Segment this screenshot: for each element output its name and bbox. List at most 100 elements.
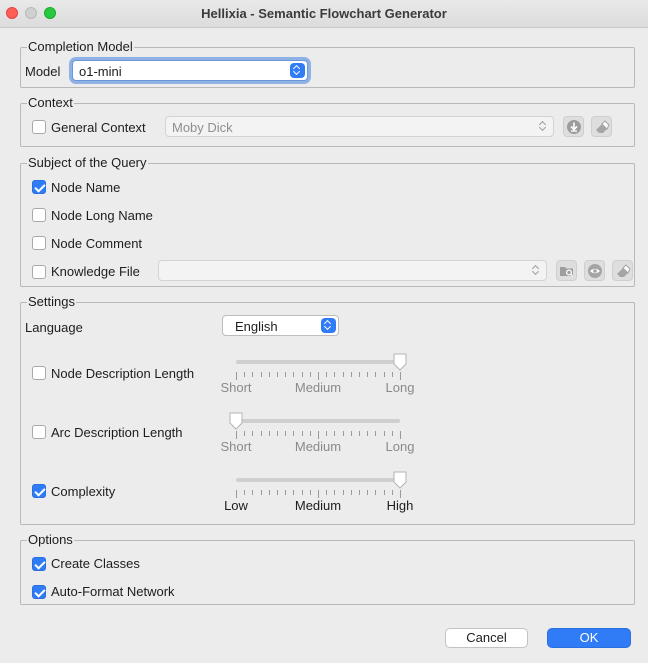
knowledge-file-select[interactable] xyxy=(158,260,547,281)
chevron-up-down-icon xyxy=(536,119,551,134)
node-comment-label: Node Comment xyxy=(51,236,143,251)
context-download-button[interactable] xyxy=(563,116,584,137)
slider-track[interactable] xyxy=(236,360,400,364)
general-context-value: Moby Dick xyxy=(172,120,233,135)
slider-ticks xyxy=(236,490,401,498)
browse-file-button[interactable] xyxy=(556,260,577,281)
slider-tick xyxy=(391,431,393,436)
options-legend: Options xyxy=(27,532,74,547)
language-select[interactable]: English xyxy=(222,315,339,336)
slider-tick-label: Long xyxy=(385,439,415,454)
slider-tick xyxy=(318,490,319,498)
node-long-name-checkbox[interactable] xyxy=(32,208,46,222)
slider-ticks xyxy=(236,372,401,380)
slider-tick xyxy=(359,372,360,377)
settings-group: Settings Language English Node Descripti… xyxy=(20,294,635,525)
context-legend: Context xyxy=(27,95,74,110)
general-context-checkbox[interactable] xyxy=(32,120,46,134)
node-description-length-checkbox[interactable] xyxy=(32,366,46,380)
slider-tick xyxy=(375,372,377,377)
node-comment-checkbox[interactable] xyxy=(32,236,46,250)
slider-tick xyxy=(244,431,246,436)
slider-tick xyxy=(252,372,254,377)
slider-tick xyxy=(334,490,336,495)
download-icon xyxy=(567,120,581,134)
model-select[interactable]: o1-mini xyxy=(72,60,308,81)
arc-description-length-row: Arc Description Length Short Medium Long xyxy=(21,412,634,458)
slider-tick xyxy=(268,372,270,377)
slider-tick-label: High xyxy=(386,498,414,513)
chevron-up-down-icon xyxy=(321,318,336,333)
cancel-button[interactable]: Cancel xyxy=(445,628,528,648)
eye-icon xyxy=(588,264,602,278)
node-name-checkbox[interactable] xyxy=(32,180,46,194)
auto-format-network-checkbox[interactable] xyxy=(32,585,46,599)
complexity-checkbox[interactable] xyxy=(32,484,46,498)
slider-tick xyxy=(375,490,377,495)
settings-legend: Settings xyxy=(27,294,76,309)
slider-tick xyxy=(342,372,344,377)
slider-tick xyxy=(350,431,352,436)
slider-tick-label: Low xyxy=(224,498,248,513)
create-classes-checkbox[interactable] xyxy=(32,557,46,571)
clear-file-button[interactable] xyxy=(612,260,633,281)
slider-tick-label: Medium xyxy=(294,439,342,454)
slider-tick xyxy=(318,372,319,380)
ok-button[interactable]: OK xyxy=(547,628,631,648)
slider-tick xyxy=(236,431,237,439)
slider-tick xyxy=(301,431,303,436)
options-group: Options Create Classes Auto-Format Netwo… xyxy=(20,532,635,605)
slider-tick xyxy=(318,431,319,439)
slider-tick xyxy=(268,490,270,495)
slider-thumb[interactable] xyxy=(392,471,408,489)
node-description-length-row: Node Description Length Short Medium Long xyxy=(21,353,634,399)
slider-tick xyxy=(285,431,287,436)
slider-tick xyxy=(309,372,311,377)
slider-tick xyxy=(391,372,393,377)
subject-legend: Subject of the Query xyxy=(27,155,148,170)
slider-tick xyxy=(236,490,237,498)
language-select-value: English xyxy=(235,319,278,334)
slider-tick xyxy=(268,431,270,436)
slider-tick xyxy=(334,431,336,436)
slider-tick xyxy=(277,372,278,377)
slider-tick xyxy=(342,490,344,495)
slider-thumb[interactable] xyxy=(228,412,244,430)
slider-tick xyxy=(252,490,254,495)
slider-tick-label: Short xyxy=(220,380,252,395)
slider-tick xyxy=(252,431,254,436)
slider-tick xyxy=(342,431,344,436)
slider-thumb[interactable] xyxy=(392,353,408,371)
window-title: Hellixia - Semantic Flowchart Generator xyxy=(201,6,447,21)
chevron-up-down-icon xyxy=(529,263,544,278)
slider-tick xyxy=(367,490,369,495)
slider-track[interactable] xyxy=(236,419,400,423)
view-file-button[interactable] xyxy=(584,260,605,281)
complexity-label: Complexity xyxy=(51,484,116,499)
completion-model-legend: Completion Model xyxy=(27,39,134,54)
general-context-select[interactable]: Moby Dick xyxy=(165,116,554,137)
slider-tick xyxy=(293,372,295,377)
arc-description-length-checkbox[interactable] xyxy=(32,425,46,439)
slider-tick xyxy=(236,372,237,380)
context-clear-button[interactable] xyxy=(591,116,612,137)
folder-search-icon xyxy=(560,267,573,277)
slider-tick xyxy=(260,490,262,495)
title-bar: Hellixia - Semantic Flowchart Generator xyxy=(0,0,648,28)
create-classes-label: Create Classes xyxy=(51,556,140,571)
arc-description-length-label: Arc Description Length xyxy=(51,425,183,440)
node-name-label: Node Name xyxy=(51,180,121,195)
knowledge-file-checkbox[interactable] xyxy=(32,265,46,279)
slider-tick xyxy=(400,372,401,380)
slider-tick xyxy=(326,490,328,495)
slider-tick xyxy=(309,490,311,495)
eraser-icon xyxy=(617,264,631,277)
slider-tick xyxy=(293,490,295,495)
slider-tick-label: Medium xyxy=(294,498,342,513)
slider-tick xyxy=(334,372,336,377)
slider-tick xyxy=(383,431,385,436)
slider-tick xyxy=(350,490,352,495)
slider-tick xyxy=(244,372,246,377)
slider-tick xyxy=(301,372,303,377)
slider-track[interactable] xyxy=(236,478,400,482)
